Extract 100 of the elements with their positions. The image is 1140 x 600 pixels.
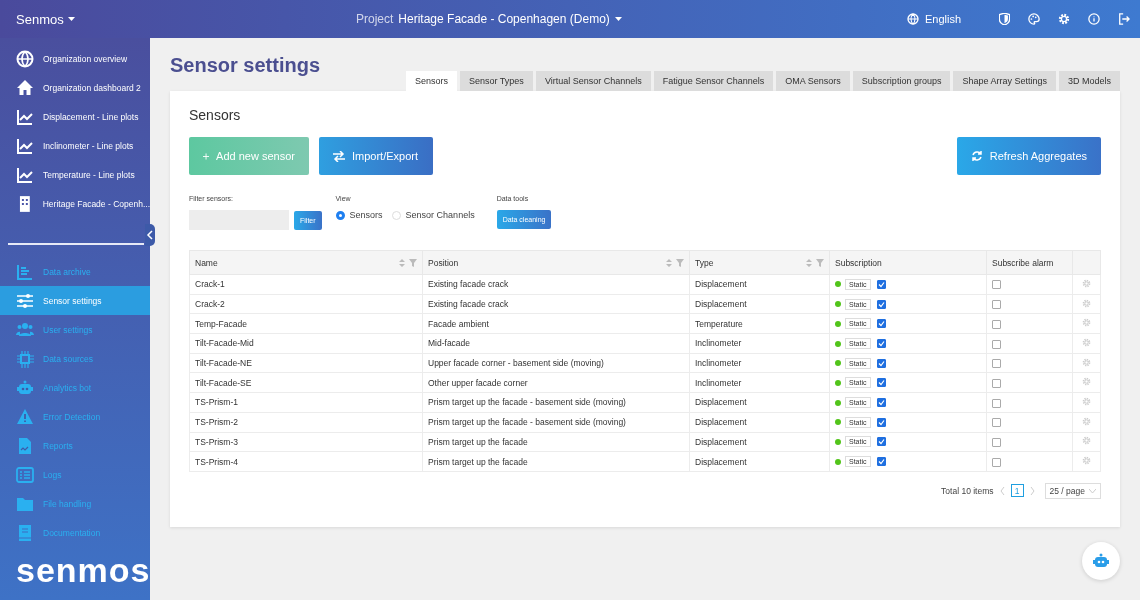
line-chart-icon: [16, 165, 34, 184]
table-cell: Inclinometer: [695, 338, 742, 349]
table-cell: Prism target up the facade: [428, 436, 528, 447]
line-chart-icon: [16, 136, 34, 155]
tab[interactable]: Sensor Types: [460, 71, 533, 91]
subscription-checkbox[interactable]: [876, 358, 886, 368]
project-selector[interactable]: Heritage Facade - Copenhagen (Demo): [398, 12, 610, 26]
subscription-checkbox[interactable]: [876, 339, 886, 349]
radio-label[interactable]: Sensor Channels: [405, 210, 475, 220]
robot-icon: [16, 378, 34, 397]
palette-icon[interactable]: [1028, 13, 1040, 25]
chip-icon: [16, 349, 34, 368]
alarm-checkbox[interactable]: [992, 378, 1001, 388]
subscription-checkbox[interactable]: [876, 299, 886, 309]
tab[interactable]: Subscription groups: [852, 71, 951, 91]
filter-icon[interactable]: [409, 258, 417, 267]
sidebar-item[interactable]: Displacement - Line plots: [0, 102, 150, 131]
table-cell: Displacement: [695, 397, 747, 408]
alarm-checkbox[interactable]: [992, 437, 1001, 447]
table-cell: Displacement: [695, 299, 747, 310]
total-items: Total 10 items: [941, 485, 994, 496]
radio-button[interactable]: [335, 210, 345, 220]
table-cell: Other upper facade corner: [428, 377, 528, 388]
table-cell: Tilt-Facade-Mid: [195, 338, 254, 349]
subscription-checkbox[interactable]: [876, 437, 886, 447]
alarm-checkbox[interactable]: [992, 280, 1001, 290]
users-icon: [16, 320, 34, 339]
table-cell: Inclinometer: [695, 377, 742, 388]
refresh-aggregates-button[interactable]: Refresh Aggregates: [956, 137, 1101, 175]
column-header: Subscribe alarm: [992, 257, 1054, 268]
import-export-button[interactable]: Import/Export: [319, 137, 433, 175]
table-cell: Tilt-Facade-NE: [195, 358, 252, 369]
table-cell: Existing facade crack: [428, 299, 509, 310]
filter-icon[interactable]: [676, 258, 684, 267]
column-header: Type: [695, 257, 714, 268]
subscription-checkbox[interactable]: [876, 378, 886, 388]
sort-icon[interactable]: [666, 258, 672, 267]
subscription-checkbox[interactable]: [876, 417, 886, 427]
sidebar-item[interactable]: Heritage Facade - Copenh...: [0, 189, 150, 218]
alarm-checkbox[interactable]: [992, 339, 1001, 349]
refresh-icon: [970, 150, 983, 162]
sort-icon[interactable]: [399, 258, 405, 267]
sidebar-item[interactable]: Temperature - Line plots: [0, 160, 150, 189]
info-icon[interactable]: [1088, 13, 1100, 25]
table-cell: Prism target up the facade: [428, 456, 528, 467]
line-chart-icon: [16, 107, 34, 126]
logout-icon[interactable]: [1118, 13, 1130, 25]
alarm-checkbox[interactable]: [992, 457, 1001, 467]
tab[interactable]: Sensors: [405, 71, 457, 91]
chatbot-button[interactable]: [1082, 542, 1120, 580]
subscription-checkbox[interactable]: [876, 279, 886, 289]
robot-icon: [1092, 552, 1110, 570]
subscription-checkbox[interactable]: [876, 398, 886, 408]
home-icon: [16, 78, 34, 97]
alarm-checkbox[interactable]: [992, 359, 1001, 369]
subscription-checkbox[interactable]: [876, 457, 886, 467]
table-cell: Temperature: [695, 318, 743, 329]
alarm-checkbox[interactable]: [992, 319, 1001, 329]
collapse-handle[interactable]: [145, 224, 155, 246]
column-header: Position: [428, 257, 459, 268]
table-cell: Inclinometer: [695, 358, 742, 369]
tab[interactable]: Shape Array Settings: [953, 71, 1056, 91]
shield-icon[interactable]: [999, 13, 1010, 25]
card-title: Sensors: [189, 107, 242, 123]
sidebar-item[interactable]: Organization overview: [0, 44, 150, 73]
alarm-checkbox[interactable]: [992, 300, 1001, 310]
tab[interactable]: OMA Sensors: [776, 71, 850, 91]
plus-icon: [203, 150, 210, 162]
table-cell: Upper facade corner - basement side (moving): [428, 358, 604, 369]
table-cell: Existing facade crack: [428, 279, 509, 290]
table-cell: Crack-2: [195, 299, 225, 310]
table-cell: Crack-1: [195, 279, 225, 290]
sort-icon[interactable]: [806, 258, 812, 267]
subscription-checkbox[interactable]: [876, 319, 886, 329]
sidebar-item[interactable]: Inclinometer - Line plots: [0, 131, 150, 160]
table-cell: Tilt-Facade-SE: [195, 377, 252, 388]
column-header: Name: [195, 257, 218, 268]
previous-page-icon[interactable]: [999, 486, 1005, 495]
tab[interactable]: Virtual Sensor Channels: [535, 71, 651, 91]
tab[interactable]: Fatigue Sensor Channels: [653, 71, 774, 91]
filter-icon[interactable]: [816, 258, 824, 267]
alarm-checkbox[interactable]: [992, 418, 1001, 428]
list-icon: [16, 465, 34, 484]
table-cell: Displacement: [695, 436, 747, 447]
table-cell: Displacement: [695, 456, 747, 467]
table-cell: Temp-Facade: [195, 318, 247, 329]
page-size-selector[interactable]: 25 / page: [1044, 482, 1101, 499]
radio-label[interactable]: Sensors: [349, 210, 383, 220]
tab[interactable]: 3D Models: [1058, 71, 1120, 91]
report-icon: [16, 436, 34, 455]
alarm-checkbox[interactable]: [992, 398, 1001, 408]
caret-icon: [67, 17, 75, 21]
brand-menu[interactable]: Senmos: [16, 11, 64, 27]
sidebar-item[interactable]: Organization dashboard 2: [0, 73, 150, 102]
project-label: Project: [356, 12, 394, 26]
chevron-down-icon: [1089, 488, 1096, 493]
table-cell: TS-Prism-3: [195, 436, 238, 447]
table-cell: TS-Prism-2: [195, 417, 238, 428]
next-page-icon[interactable]: [1029, 486, 1035, 495]
language-selector[interactable]: English: [924, 13, 961, 25]
